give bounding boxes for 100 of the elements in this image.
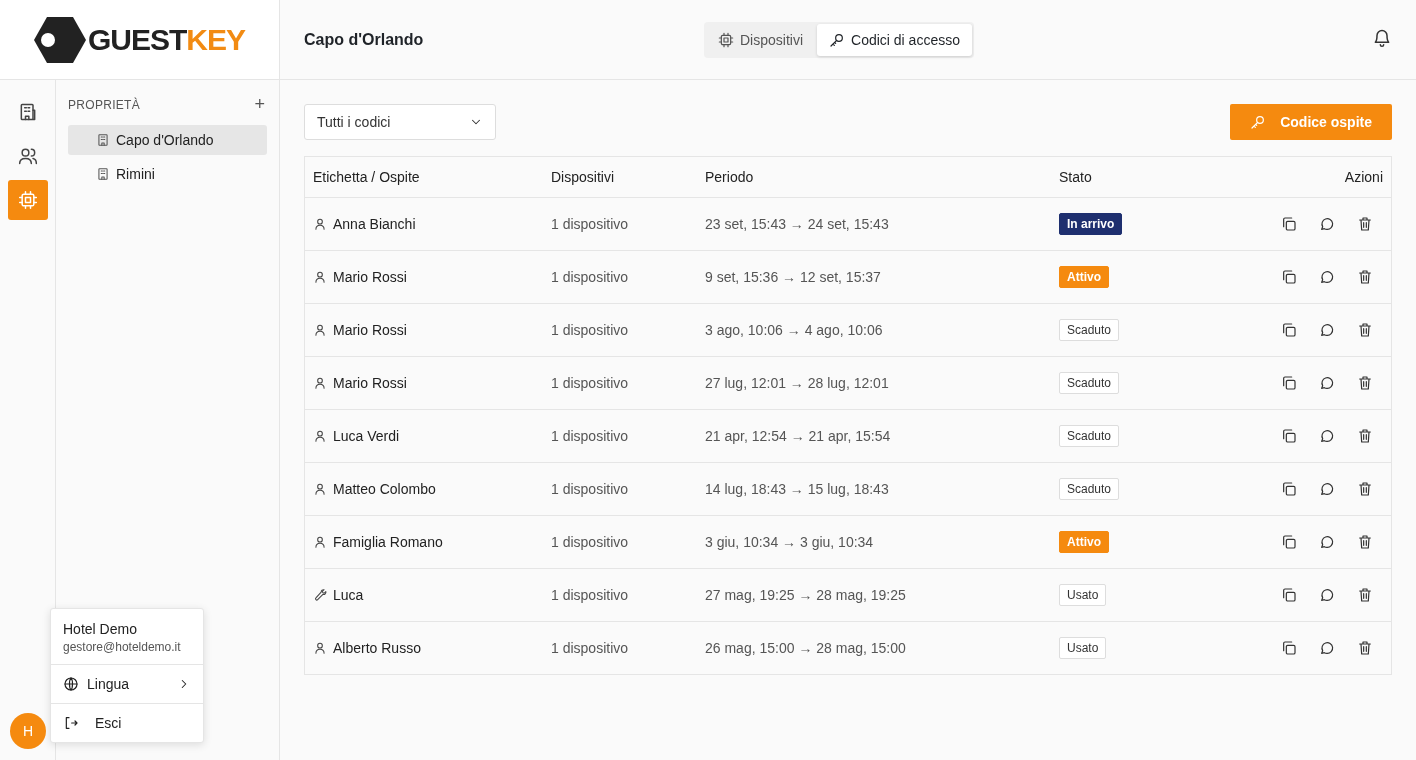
copy-icon [1281, 534, 1297, 550]
copy-button[interactable] [1281, 269, 1297, 285]
globe-icon [63, 676, 79, 692]
message-button[interactable] [1319, 322, 1335, 338]
guest-label: Mario Rossi [313, 322, 535, 338]
person-icon [313, 641, 327, 655]
tab[interactable]: Dispositivi [706, 23, 815, 56]
column-header: Dispositivi [543, 156, 697, 198]
message-button[interactable] [1319, 428, 1335, 444]
bell-icon [1372, 27, 1392, 48]
delete-button[interactable] [1357, 269, 1373, 285]
chat-bubble-icon [1319, 269, 1335, 285]
copy-button[interactable] [1281, 587, 1297, 603]
chip-icon [718, 31, 734, 48]
person-icon [313, 376, 327, 390]
logout-menu-item[interactable]: Esci [51, 703, 203, 742]
person-icon [313, 323, 327, 337]
person-icon [313, 217, 327, 231]
column-header: Azioni [1187, 156, 1392, 198]
copy-button[interactable] [1281, 428, 1297, 444]
guest-label: Anna Bianchi [313, 216, 535, 232]
table-cell: 21 apr, 12:54 → 21 apr, 15:54 [697, 409, 1051, 463]
table-cell: 14 lug, 18:43 → 15 lug, 18:43 [697, 462, 1051, 516]
copy-icon [1281, 428, 1297, 444]
section-heading: PROPRIETÀ [68, 97, 141, 112]
copy-button[interactable] [1281, 640, 1297, 656]
status-badge: Scaduto [1059, 425, 1120, 447]
table-cell: 27 lug, 12:01 → 28 lug, 12:01 [697, 356, 1051, 410]
logo: GUESTKEY [33, 14, 245, 65]
page-title: Capo d'Orlando [304, 30, 425, 49]
delete-button[interactable] [1357, 481, 1373, 497]
table-cell: 1 dispositivo [543, 621, 697, 675]
language-menu-item[interactable]: Lingua [51, 665, 203, 703]
delete-button[interactable] [1357, 587, 1373, 603]
chat-bubble-icon [1319, 640, 1335, 656]
guest-label: Matteo Colombo [313, 481, 535, 497]
delete-button[interactable] [1357, 375, 1373, 391]
table-cell: 9 set, 15:36 → 12 set, 15:37 [697, 250, 1051, 304]
building-icon [96, 133, 110, 147]
copy-icon [1281, 640, 1297, 656]
copy-button[interactable] [1281, 534, 1297, 550]
chat-bubble-icon [1319, 322, 1335, 338]
message-button[interactable] [1319, 375, 1335, 391]
table-cell: 1 dispositivo [543, 197, 697, 251]
status-badge: Scaduto [1059, 478, 1120, 500]
copy-button[interactable] [1281, 216, 1297, 232]
message-button[interactable] [1319, 269, 1335, 285]
delete-button[interactable] [1357, 534, 1373, 550]
guest-label: Alberto Russo [313, 640, 535, 656]
message-button[interactable] [1319, 534, 1335, 550]
chat-bubble-icon [1319, 428, 1335, 444]
delete-button[interactable] [1357, 322, 1373, 338]
status-badge: Attivo [1059, 266, 1109, 288]
chat-bubble-icon [1319, 375, 1335, 391]
building-icon [96, 167, 110, 181]
copy-icon [1281, 269, 1297, 285]
filter-dropdown[interactable]: Tutti i codici [304, 104, 496, 140]
table-cell: 1 dispositivo [543, 356, 697, 410]
message-button[interactable] [1319, 587, 1335, 603]
delete-button[interactable] [1357, 640, 1373, 656]
chat-bubble-icon [1319, 534, 1335, 550]
column-header: Periodo [697, 156, 1051, 198]
table-cell: 1 dispositivo [543, 568, 697, 622]
person-icon [313, 482, 327, 496]
user-name: Hotel Demo [63, 621, 138, 637]
copy-button[interactable] [1281, 481, 1297, 497]
chat-bubble-icon [1319, 481, 1335, 497]
copy-icon [1281, 375, 1297, 391]
logout-icon [63, 715, 79, 731]
table-cell: 1 dispositivo [543, 462, 697, 516]
trash-icon [1357, 322, 1373, 338]
delete-button[interactable] [1357, 216, 1373, 232]
copy-button[interactable] [1281, 375, 1297, 391]
key-icon [1250, 114, 1267, 130]
message-button[interactable] [1319, 640, 1335, 656]
add-button[interactable]: + [252, 94, 267, 115]
status-badge: Attivo [1059, 531, 1109, 553]
message-button[interactable] [1319, 216, 1335, 232]
column-header: Stato [1051, 156, 1188, 198]
key-icon [829, 31, 845, 48]
guest-label: Luca Verdi [313, 428, 535, 444]
property-item[interactable]: Rimini [68, 159, 267, 189]
chip-icon [17, 190, 38, 210]
copy-icon [1281, 216, 1297, 232]
delete-button[interactable] [1357, 428, 1373, 444]
message-button[interactable] [1319, 481, 1335, 497]
table-cell: 23 set, 15:43 → 24 set, 15:43 [697, 197, 1051, 251]
tab[interactable]: Codici di accesso [817, 23, 972, 56]
guest-label: Luca [313, 587, 535, 603]
trash-icon [1357, 534, 1373, 550]
trash-icon [1357, 216, 1373, 232]
chat-bubble-icon [1319, 216, 1335, 232]
trash-icon [1357, 587, 1373, 603]
wrench-icon [313, 588, 327, 602]
person-icon [313, 429, 327, 443]
table-cell: 1 dispositivo [543, 409, 697, 463]
guest-label: Famiglia Romano [313, 534, 535, 550]
property-item[interactable]: Capo d'Orlando [68, 125, 267, 155]
copy-button[interactable] [1281, 322, 1297, 338]
person-icon [313, 270, 327, 284]
